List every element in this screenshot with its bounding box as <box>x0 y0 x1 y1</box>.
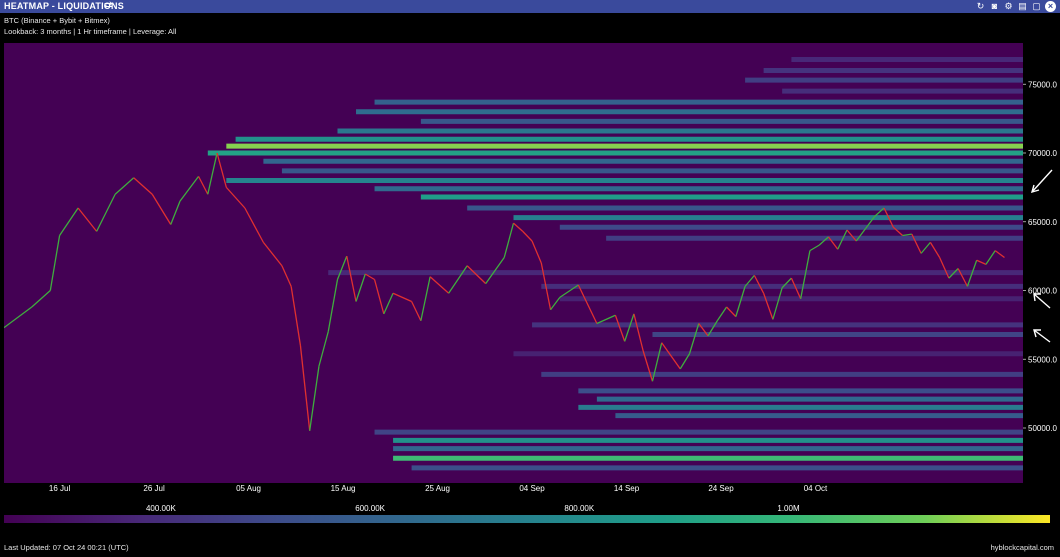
liquidation-band <box>226 143 1023 149</box>
colorbar-tick-label: 800.00K <box>564 504 594 513</box>
x-tick-label: 25 Aug <box>425 484 450 493</box>
liquidation-band <box>559 296 1023 302</box>
liquidation-band <box>374 186 1023 192</box>
x-tick-label: 04 Oct <box>804 484 828 493</box>
liquidation-band <box>420 194 1023 200</box>
colorbar <box>4 515 1050 523</box>
x-tick-label: 14 Sep <box>614 484 640 493</box>
liquidation-band <box>578 388 1023 394</box>
liquidation-band <box>226 178 1023 183</box>
colorbar-tick-label: 400.00K <box>146 504 176 513</box>
liquidation-band <box>745 77 1023 83</box>
liquidation-band <box>791 57 1023 62</box>
liquidation-band <box>559 224 1023 230</box>
x-tick-label: 15 Aug <box>331 484 356 493</box>
x-tick-label: 05 Aug <box>236 484 261 493</box>
x-tick-label: 24 Sep <box>708 484 734 493</box>
liquidation-band <box>328 270 1023 276</box>
arrow-annotation-upper <box>1031 169 1053 193</box>
brand-text: hyblockcapital.com <box>990 543 1054 552</box>
liquidation-band <box>374 429 1023 435</box>
liquidation-band <box>606 235 1023 241</box>
liquidation-band <box>615 413 1023 419</box>
liquidation-band <box>420 118 1023 124</box>
liquidation-band <box>263 158 1023 164</box>
last-updated-text: Last Updated: 07 Oct 24 00:21 (UTC) <box>4 543 129 552</box>
liquidation-band <box>374 99 1023 105</box>
liquidation-band <box>596 396 1023 402</box>
y-tick-label: 60000.0 <box>1028 287 1057 296</box>
liquidation-band <box>337 128 1023 134</box>
annotation-arrows <box>1030 169 1053 343</box>
colorbar-tick-label: 600.00K <box>355 504 385 513</box>
liquidation-band <box>235 136 1023 142</box>
liquidation-band <box>532 322 1023 328</box>
y-tick-label: 70000.0 <box>1028 149 1057 158</box>
liquidation-band <box>541 371 1023 377</box>
liquidation-band <box>207 150 1023 156</box>
liquidation-heatmap-chart: 75000.0 70000.0 65000.0 60000.0 55000.0 50000… <box>4 43 1057 523</box>
x-tick-label: 16 Jul <box>49 484 71 493</box>
x-tick-label: 04 Sep <box>519 484 545 493</box>
y-tick-label: 65000.0 <box>1028 218 1057 227</box>
y-tick-label: 50000.0 <box>1028 424 1057 433</box>
colorbar-tick-label: 1.00M <box>777 504 800 513</box>
x-tick-label: 26 Jul <box>143 484 165 493</box>
liquidation-band <box>393 455 1023 461</box>
liquidation-band <box>393 446 1023 452</box>
liquidation-band <box>513 215 1023 221</box>
liquidation-band <box>763 68 1023 73</box>
liquidation-band <box>281 168 1023 174</box>
liquidation-band <box>578 404 1023 410</box>
liquidation-band <box>467 205 1023 211</box>
liquidation-band <box>393 437 1023 443</box>
liquidation-band <box>782 88 1023 94</box>
y-tick-label: 75000.0 <box>1028 80 1057 89</box>
arrow-annotation-middle <box>1033 293 1051 309</box>
liquidation-band <box>652 332 1023 337</box>
liquidation-band <box>513 351 1023 357</box>
liquidation-band <box>411 465 1023 471</box>
liquidation-band <box>356 109 1023 115</box>
y-tick-label: 55000.0 <box>1028 355 1057 364</box>
